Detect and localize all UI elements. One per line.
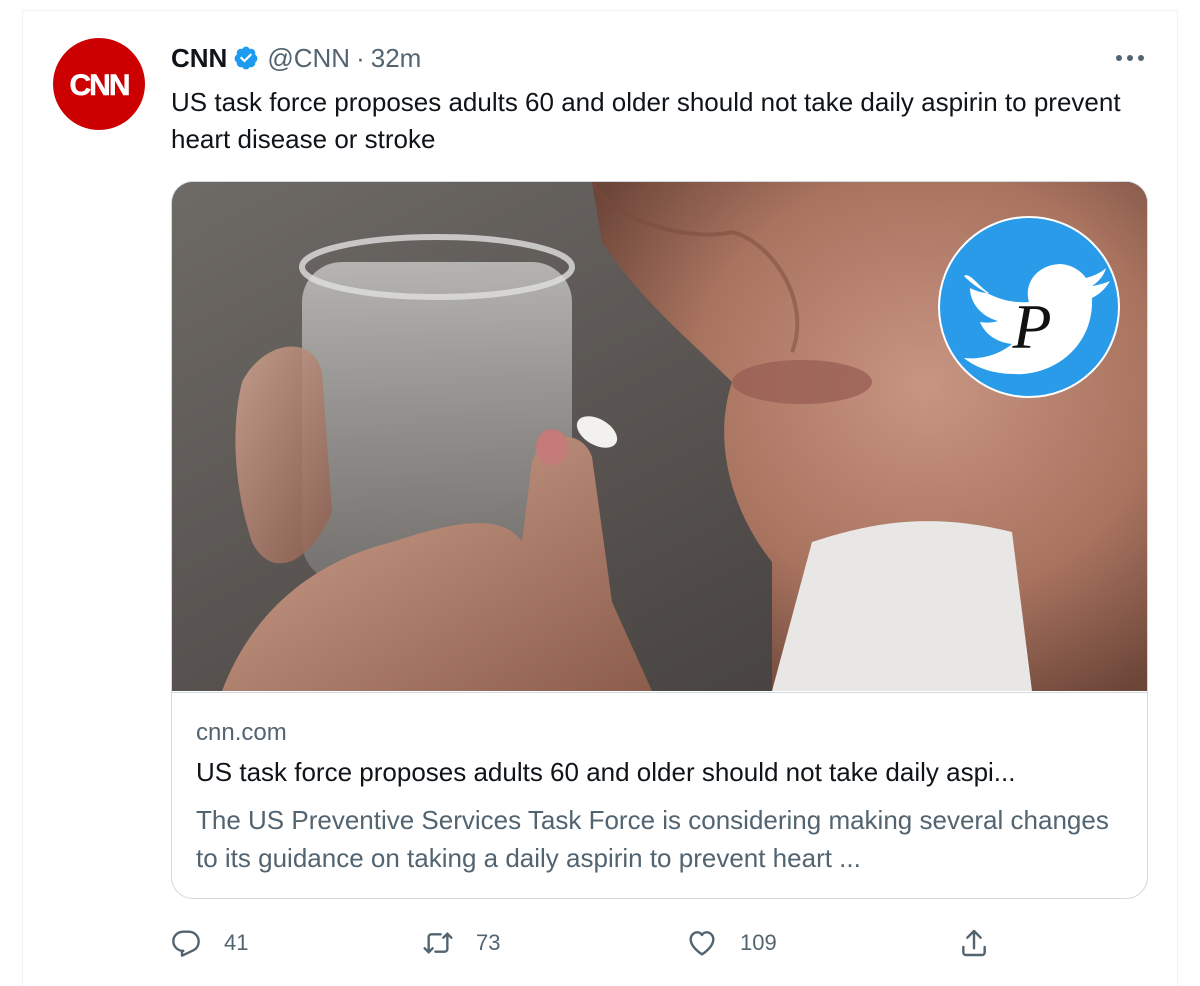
author-name[interactable]: CNN <box>171 43 227 74</box>
reply-count: 41 <box>224 930 249 955</box>
retweet-button[interactable]: 73 <box>422 918 500 968</box>
link-card[interactable]: P cnn.com US task force proposes adults … <box>171 181 1148 899</box>
card-image[interactable]: P <box>172 182 1147 691</box>
card-title: US task force proposes adults 60 and old… <box>196 757 1016 787</box>
retweet-count: 73 <box>476 930 501 955</box>
share-icon <box>962 929 986 957</box>
svg-text:P: P <box>1011 291 1051 362</box>
like-icon <box>689 931 715 956</box>
more-button[interactable] <box>1106 44 1154 72</box>
card-body[interactable]: cnn.com US task force proposes adults 60… <box>172 692 1147 898</box>
verified-badge-icon <box>234 46 258 70</box>
card-domain: cnn.com <box>196 719 287 746</box>
separator-dot: · <box>356 42 365 73</box>
tweet-header: CNN @CNN · 32m <box>171 40 421 76</box>
like-button[interactable]: 109 <box>686 918 777 968</box>
more-icon <box>1116 55 1144 61</box>
cnn-logo-icon: CNN <box>69 69 131 103</box>
watermark-bird-icon: P <box>938 216 1120 398</box>
tweet-text: US task force proposes adults 60 and old… <box>171 87 1121 154</box>
tweet-actions: 41 73 109 <box>0 918 1200 968</box>
reply-icon <box>172 930 200 957</box>
retweet-icon <box>423 932 453 954</box>
svg-text:CNN: CNN <box>70 69 129 102</box>
avatar[interactable]: CNN <box>53 38 145 130</box>
like-count: 109 <box>740 930 777 955</box>
author-handle[interactable]: @CNN <box>267 43 350 74</box>
card-description: The US Preventive Services Task Force is… <box>196 805 1109 873</box>
timestamp[interactable]: 32m <box>371 43 422 74</box>
share-button[interactable] <box>958 918 990 968</box>
reply-button[interactable]: 41 <box>170 918 248 968</box>
